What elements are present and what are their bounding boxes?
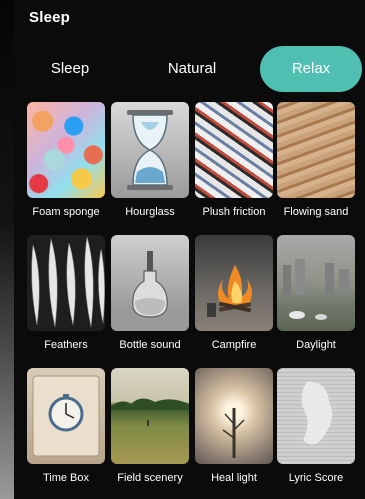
sound-card-hourglass[interactable]: Hourglass [111,102,189,218]
sound-card-feathers[interactable]: Feathers [27,235,105,351]
flowing-sand-thumbnail [277,102,355,198]
time-box-thumbnail [27,368,105,464]
left-edge-shadow [0,0,14,499]
sound-card-flowing-sand[interactable]: Flowing sand [277,102,355,218]
sound-card-time-box[interactable]: Time Box [27,368,105,484]
field-scenery-thumbnail [111,368,189,464]
sound-card-heal-light[interactable]: Heal light [195,368,273,484]
sound-label: Flowing sand [283,206,349,218]
plush-friction-thumbnail [195,102,273,198]
sound-card-lyric-score[interactable]: Lyric Score [277,368,355,484]
daylight-thumbnail [277,235,355,331]
tab-bar: Sleep Natural Relax [14,46,365,92]
lyric-score-thumbnail [277,368,355,464]
feathers-thumbnail [27,235,105,331]
bottle-sound-thumbnail [111,235,189,331]
campfire-thumbnail [195,235,273,331]
sound-card-daylight[interactable]: Daylight [277,235,355,351]
sound-card-campfire[interactable]: Campfire [195,235,273,351]
foam-sponge-thumbnail [27,102,105,198]
tab-sleep[interactable]: Sleep [34,46,106,92]
page-title: Sleep [29,9,71,26]
sound-label: Daylight [296,339,336,351]
hourglass-thumbnail [111,102,189,198]
sound-card-bottle-sound[interactable]: Bottle sound [111,235,189,351]
sound-card-field-scenery[interactable]: Field scenery [111,368,189,484]
sound-card-plush-friction[interactable]: Plush friction [195,102,273,218]
sleep-panel: Sleep Sleep Natural Relax Foam sponge Ho… [14,0,365,499]
heal-light-thumbnail [195,368,273,464]
sound-card-foam-sponge[interactable]: Foam sponge [27,102,105,218]
tab-relax[interactable]: Relax [260,46,362,92]
sound-label: Lyric Score [288,472,344,484]
tab-natural[interactable]: Natural [152,46,232,92]
